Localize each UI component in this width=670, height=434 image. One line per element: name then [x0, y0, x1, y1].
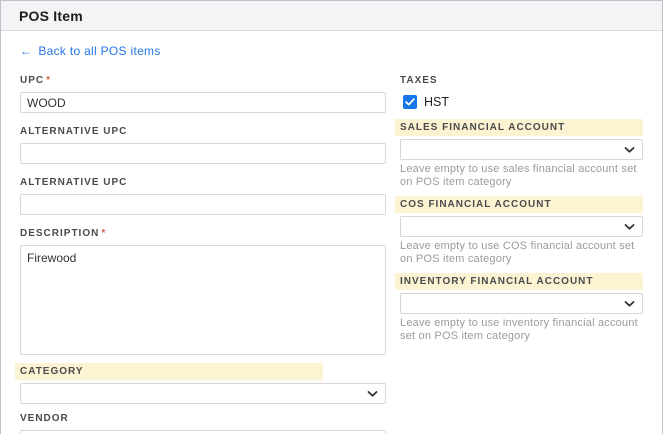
hst-checkbox-label: HST [424, 95, 449, 109]
left-arrow-icon: ← [20, 44, 33, 58]
chevron-down-icon [624, 146, 635, 153]
left-column: UPC* ALTERNATIVE UPC ALTERNATIVE UPC DES… [15, 75, 386, 434]
back-to-pos-items-link[interactable]: ← Back to all POS items [20, 44, 161, 58]
category-field-group: CATEGORY [15, 363, 386, 404]
chevron-down-icon [624, 223, 635, 230]
alternative-upc-1-field-group: ALTERNATIVE UPC [20, 126, 386, 164]
alternative-upc-2-field-group: ALTERNATIVE UPC [20, 177, 386, 215]
cos-financial-account-label: COS FINANCIAL ACCOUNT [395, 196, 643, 213]
chevron-down-icon [624, 300, 635, 307]
category-label: CATEGORY [15, 363, 323, 380]
checkmark-icon [405, 98, 415, 106]
cos-financial-account-field-group: COS FINANCIAL ACCOUNT Leave empty to use… [395, 196, 643, 266]
alternative-upc-1-input[interactable] [20, 143, 386, 164]
panel-header: POS Item [1, 1, 662, 31]
upc-input[interactable] [20, 92, 386, 113]
description-label: DESCRIPTION * [20, 228, 386, 240]
hst-checkbox[interactable] [403, 95, 417, 109]
description-textarea[interactable]: Firewood [20, 245, 386, 355]
hst-checkbox-row[interactable]: HST [403, 95, 643, 109]
cos-financial-account-select[interactable] [400, 216, 643, 237]
description-field-group: DESCRIPTION * Firewood [20, 228, 386, 355]
vendor-label: VENDOR [20, 413, 69, 424]
vendor-field-group: VENDOR Woodman [20, 413, 386, 434]
taxes-field-group: TAXES HST [400, 75, 643, 109]
inventory-financial-account-select[interactable] [400, 293, 643, 314]
right-column: TAXES HST SALES FINANCIAL ACCOUNT Leave … [395, 75, 643, 350]
chevron-down-icon [367, 390, 378, 397]
page-title: POS Item [19, 7, 83, 24]
upc-field-group: UPC * [20, 75, 386, 113]
upc-label: UPC * [20, 75, 386, 87]
upc-label-text: UPC [20, 75, 45, 86]
inventory-financial-account-label: INVENTORY FINANCIAL ACCOUNT [395, 273, 643, 290]
form-content: ← Back to all POS items UPC* ALTERNATIVE… [1, 31, 662, 434]
alternative-upc-2-label: ALTERNATIVE UPC [20, 177, 128, 188]
category-select[interactable] [20, 383, 386, 404]
alternative-upc-2-input[interactable] [20, 194, 386, 215]
vendor-select[interactable]: Woodman [20, 430, 386, 434]
back-link-label: Back to all POS items [38, 44, 161, 58]
sales-financial-account-field-group: SALES FINANCIAL ACCOUNT Leave empty to u… [395, 119, 643, 189]
required-marker: * [101, 228, 106, 239]
description-label-text: DESCRIPTION [20, 228, 100, 239]
cos-financial-account-helper-text: Leave empty to use COS financial account… [400, 240, 635, 265]
required-marker: * [46, 75, 51, 86]
pos-item-panel: POS Item ← Back to all POS items UPC* AL… [0, 0, 663, 434]
alternative-upc-1-label: ALTERNATIVE UPC [20, 126, 128, 137]
inventory-financial-account-helper-text: Leave empty to use inventory financial a… [400, 317, 638, 342]
sales-financial-account-helper-text: Leave empty to use sales financial accou… [400, 163, 637, 188]
sales-financial-account-label: SALES FINANCIAL ACCOUNT [395, 119, 643, 136]
taxes-label: TAXES [400, 75, 438, 86]
inventory-financial-account-field-group: INVENTORY FINANCIAL ACCOUNT Leave empty … [395, 273, 643, 343]
sales-financial-account-select[interactable] [400, 139, 643, 160]
